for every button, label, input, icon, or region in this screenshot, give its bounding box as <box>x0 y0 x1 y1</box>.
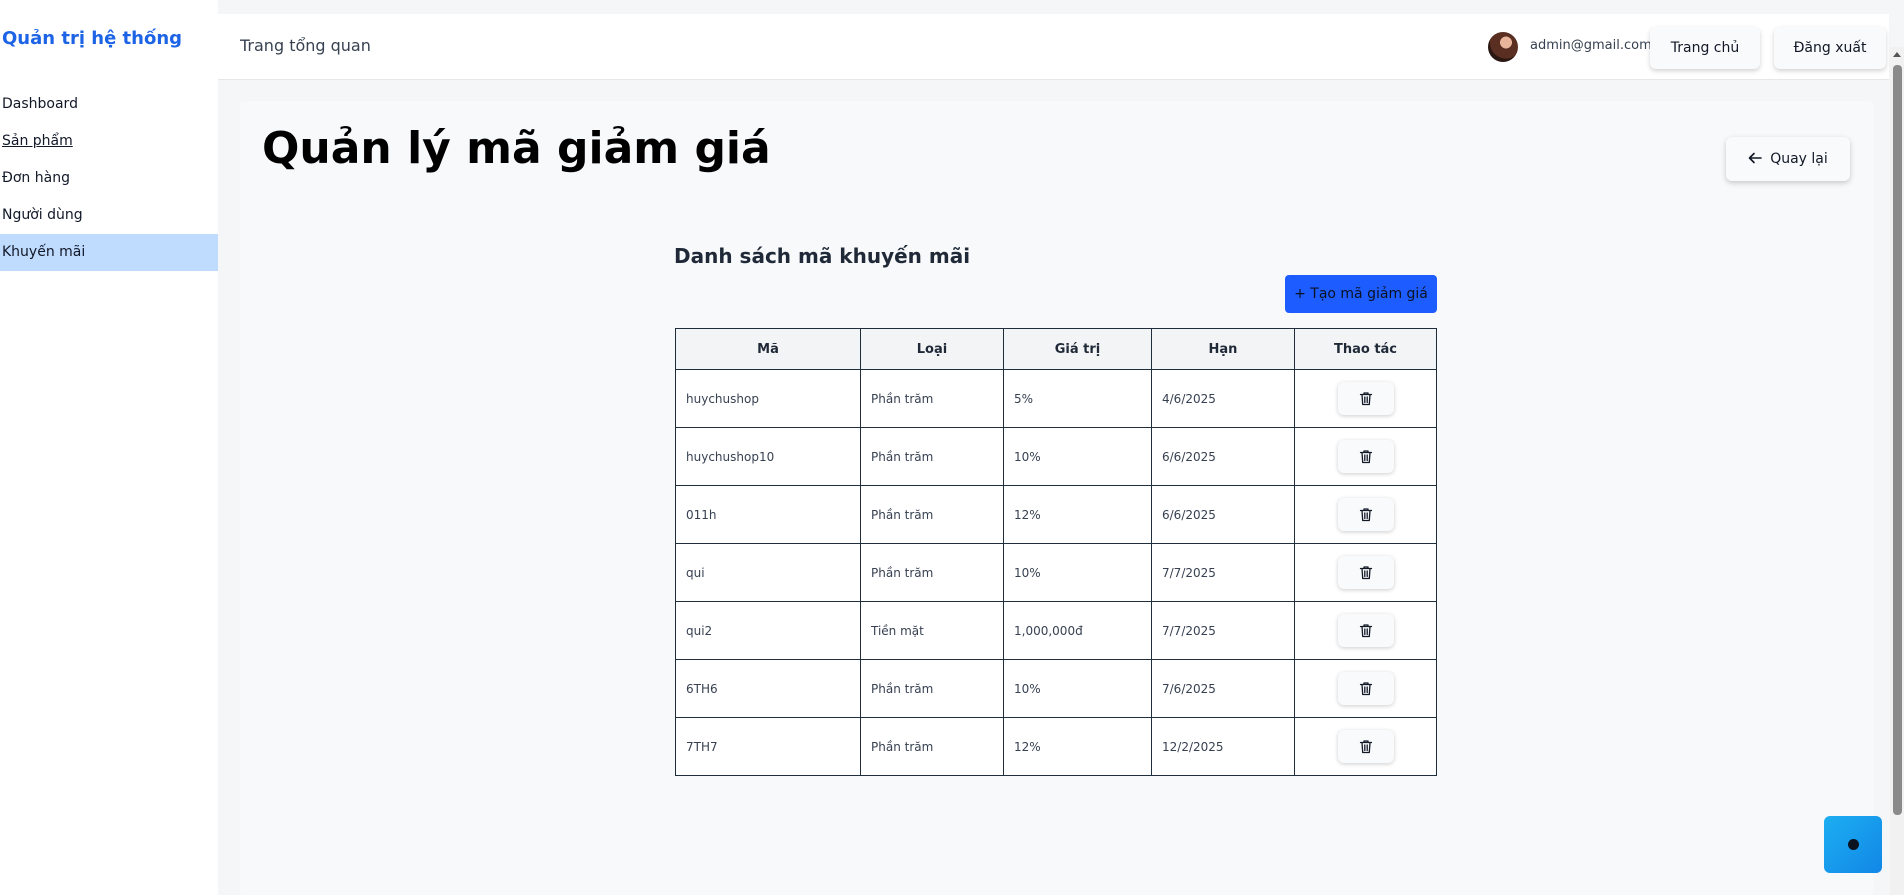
trash-icon <box>1359 623 1373 638</box>
cell-value: 1,000,000đ <box>1003 601 1152 660</box>
cell-code: 7TH7 <box>675 717 861 776</box>
table-row: 6TH6 Phần trăm 10% 7/6/2025 <box>675 659 1437 718</box>
cell-code: huychushop10 <box>675 427 861 486</box>
chat-button[interactable] <box>1824 816 1882 873</box>
table-row: 011h Phần trăm 12% 6/6/2025 <box>675 485 1437 544</box>
trash-icon <box>1359 449 1373 464</box>
cell-type: Phần trăm <box>860 659 1004 718</box>
table-row: huychushop10 Phần trăm 10% 6/6/2025 <box>675 427 1437 486</box>
sidebar-item-promotions[interactable]: Khuyến mãi <box>0 234 218 271</box>
delete-button[interactable] <box>1337 382 1394 415</box>
cell-expiry: 7/7/2025 <box>1151 601 1295 660</box>
cell-value: 10% <box>1003 427 1152 486</box>
cell-code: qui <box>675 543 861 602</box>
cell-code: 6TH6 <box>675 659 861 718</box>
coupon-table: Mã Loại Giá trị Hạn Thao tác huychushop P… <box>675 328 1437 776</box>
table-row: qui Phần trăm 10% 7/7/2025 <box>675 543 1437 602</box>
scrollbar-thumb[interactable] <box>1893 65 1902 815</box>
list-title: Danh sách mã khuyến mãi <box>674 244 971 268</box>
cell-code: 011h <box>675 485 861 544</box>
trash-icon <box>1359 565 1373 580</box>
sidebar-item-label: Dashboard <box>2 96 78 112</box>
chat-icon <box>1847 839 1859 850</box>
table-row: 7TH7 Phần trăm 12% 12/2/2025 <box>675 717 1437 776</box>
cell-type: Phần trăm <box>860 717 1004 776</box>
cell-expiry: 6/6/2025 <box>1151 485 1295 544</box>
arrow-left-icon <box>1748 150 1763 169</box>
cell-actions <box>1294 485 1437 544</box>
cell-type: Phần trăm <box>860 543 1004 602</box>
logout-button[interactable]: Đăng xuất <box>1774 27 1886 69</box>
cell-code: huychushop <box>675 369 861 428</box>
cell-type: Phần trăm <box>860 369 1004 428</box>
back-button[interactable]: Quay lại <box>1726 137 1850 181</box>
trash-icon <box>1359 391 1373 406</box>
home-button[interactable]: Trang chủ <box>1650 27 1760 69</box>
delete-button[interactable] <box>1337 440 1394 473</box>
cell-value: 5% <box>1003 369 1152 428</box>
delete-button[interactable] <box>1337 614 1394 647</box>
trash-icon <box>1359 507 1373 522</box>
table-row: qui2 Tiền mặt 1,000,000đ 7/7/2025 <box>675 601 1437 660</box>
delete-button[interactable] <box>1337 498 1394 531</box>
cell-actions <box>1294 543 1437 602</box>
column-header-value: Giá trị <box>1003 328 1152 370</box>
sidebar-item-dashboard[interactable]: Dashboard <box>0 86 218 123</box>
cell-value: 12% <box>1003 485 1152 544</box>
cell-expiry: 6/6/2025 <box>1151 427 1295 486</box>
column-header-expiry: Hạn <box>1151 328 1295 370</box>
trash-icon <box>1359 681 1373 696</box>
cell-actions <box>1294 717 1437 776</box>
column-header-code: Mã <box>675 328 861 370</box>
cell-actions <box>1294 427 1437 486</box>
brand-title[interactable]: Quản trị hệ thống <box>2 28 182 49</box>
column-header-actions: Thao tác <box>1294 328 1437 370</box>
delete-button[interactable] <box>1337 730 1394 763</box>
cell-actions <box>1294 601 1437 660</box>
cell-code: qui2 <box>675 601 861 660</box>
cell-expiry: 7/6/2025 <box>1151 659 1295 718</box>
cell-type: Phần trăm <box>860 427 1004 486</box>
top-header: Trang tổng quan admin@gmail.com Trang ch… <box>218 14 1889 80</box>
cell-expiry: 12/2/2025 <box>1151 717 1295 776</box>
sidebar-item-label: Khuyến mãi <box>2 244 86 260</box>
sidebar-item-products[interactable]: Sản phẩm <box>0 123 218 160</box>
delete-button[interactable] <box>1337 556 1394 589</box>
sidebar-item-users[interactable]: Người dùng <box>0 197 218 234</box>
sidebar-item-label: Đơn hàng <box>2 170 70 186</box>
cell-actions <box>1294 659 1437 718</box>
cell-actions <box>1294 369 1437 428</box>
sidebar: Quản trị hệ thống Dashboard Sản phẩm Đơn… <box>0 0 218 895</box>
create-coupon-button[interactable]: + Tạo mã giảm giá <box>1285 275 1437 313</box>
header-title: Trang tổng quan <box>240 36 371 55</box>
scroll-up-arrow-icon[interactable] <box>1893 52 1901 57</box>
page-title: Quản lý mã giảm giá <box>262 123 771 174</box>
table-header-row: Mã Loại Giá trị Hạn Thao tác <box>675 328 1437 370</box>
cell-value: 12% <box>1003 717 1152 776</box>
trash-icon <box>1359 739 1373 754</box>
sidebar-item-label: Sản phẩm <box>2 133 73 149</box>
cell-type: Tiền mặt <box>860 601 1004 660</box>
delete-button[interactable] <box>1337 672 1394 705</box>
back-button-label: Quay lại <box>1770 151 1828 167</box>
cell-expiry: 4/6/2025 <box>1151 369 1295 428</box>
cell-expiry: 7/7/2025 <box>1151 543 1295 602</box>
main-panel: Quản lý mã giảm giá Quay lại Danh sách m… <box>240 101 1874 895</box>
column-header-type: Loại <box>860 328 1004 370</box>
user-email: admin@gmail.com <box>1530 38 1652 53</box>
sidebar-nav: Dashboard Sản phẩm Đơn hàng Người dùng K… <box>0 86 218 271</box>
table-row: huychushop Phần trăm 5% 4/6/2025 <box>675 369 1437 428</box>
avatar[interactable] <box>1488 32 1518 62</box>
sidebar-item-label: Người dùng <box>2 207 83 223</box>
cell-value: 10% <box>1003 543 1152 602</box>
cell-value: 10% <box>1003 659 1152 718</box>
sidebar-item-orders[interactable]: Đơn hàng <box>0 160 218 197</box>
cell-type: Phần trăm <box>860 485 1004 544</box>
